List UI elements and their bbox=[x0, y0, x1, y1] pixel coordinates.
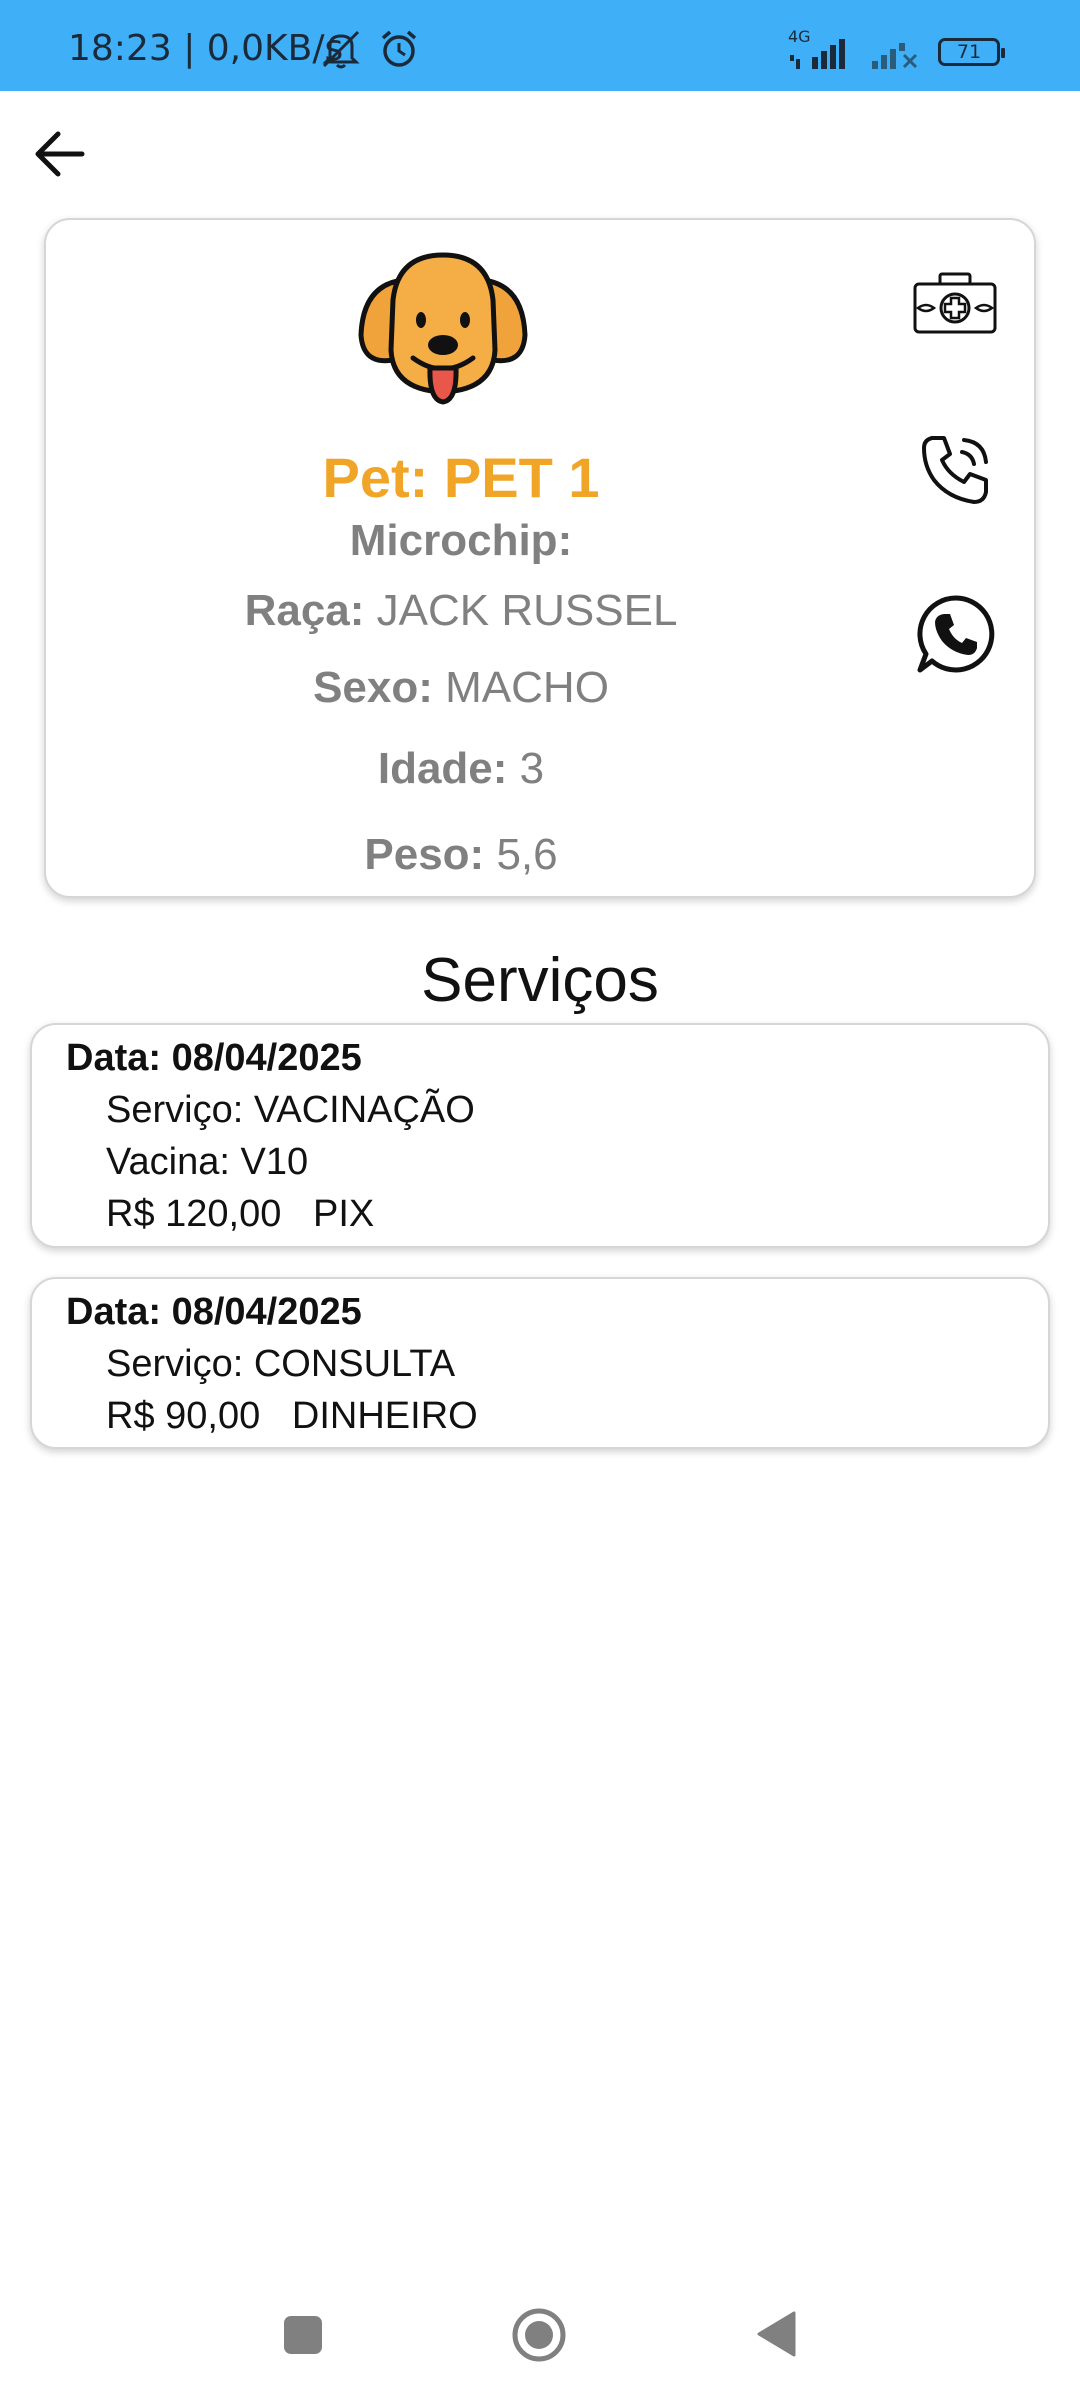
service-payment: R$ 90,00 DINHEIRO bbox=[106, 1395, 478, 1437]
bell-off-icon bbox=[322, 30, 360, 69]
service-card[interactable]: Data: 08/04/2025 Serviço: VACINAÇÃO Vaci… bbox=[30, 1023, 1050, 1248]
weight-label: Peso: bbox=[364, 830, 485, 879]
phone-icon bbox=[922, 436, 988, 504]
whatsapp-button[interactable] bbox=[916, 594, 996, 674]
whatsapp-icon bbox=[917, 595, 995, 673]
microchip-label: Microchip: bbox=[349, 516, 573, 565]
system-back-button[interactable] bbox=[756, 2310, 796, 2358]
arrow-left-icon bbox=[35, 131, 85, 177]
back-button[interactable] bbox=[30, 124, 90, 184]
battery-level: 71 bbox=[956, 41, 982, 63]
medical-records-button[interactable] bbox=[912, 272, 998, 336]
service-date: Data: 08/04/2025 bbox=[66, 1037, 362, 1079]
age-label: Idade: bbox=[377, 744, 508, 793]
service-payment: R$ 120,00 PIX bbox=[106, 1193, 375, 1235]
medical-kit-icon bbox=[913, 272, 997, 334]
signal-no-service-icon bbox=[872, 43, 918, 69]
microchip-line: Microchip: bbox=[46, 516, 876, 566]
pet-card: Pet: PET 1 Microchip: Raça: JACK RUSSEL … bbox=[44, 218, 1036, 898]
status-icons-right: 4G 71 bbox=[788, 27, 1005, 72]
age-line: Idade: 3 bbox=[46, 744, 876, 794]
home-button[interactable] bbox=[511, 2307, 567, 2363]
sex-label: Sexo: bbox=[313, 663, 433, 712]
signal-icon bbox=[790, 39, 845, 69]
triangle-back-icon bbox=[757, 2311, 796, 2357]
service-type: Serviço: VACINAÇÃO bbox=[106, 1089, 475, 1131]
weight-value: 5,6 bbox=[496, 830, 558, 879]
status-icons-left bbox=[318, 28, 420, 69]
breed-line: Raça: JACK RUSSEL bbox=[46, 586, 876, 636]
status-bar: 18:23 | 0,0KB/s 4G 71 bbox=[0, 0, 1080, 91]
service-vaccine: Vacina: V10 bbox=[106, 1141, 309, 1183]
alarm-icon bbox=[381, 30, 417, 67]
dog-avatar-icon bbox=[358, 252, 528, 405]
battery-icon: 71 bbox=[938, 38, 1005, 66]
service-type: Serviço: CONSULTA bbox=[106, 1343, 456, 1385]
call-button[interactable] bbox=[918, 432, 994, 508]
status-time: 18:23 | 0,0KB/s bbox=[68, 28, 344, 69]
services-title: Serviços bbox=[421, 946, 659, 1015]
breed-value: JACK RUSSEL bbox=[376, 586, 678, 635]
pet-name: Pet: PET 1 bbox=[322, 446, 600, 509]
sex-value: MACHO bbox=[445, 663, 609, 712]
breed-label: Raça: bbox=[244, 586, 365, 635]
sex-line: Sexo: MACHO bbox=[46, 663, 876, 713]
age-value: 3 bbox=[519, 744, 545, 793]
signal-4g: 4G bbox=[788, 27, 854, 71]
home-circle-icon bbox=[512, 2308, 566, 2362]
weight-line: Peso: 5,6 bbox=[46, 830, 876, 880]
recent-apps-button[interactable] bbox=[284, 2316, 322, 2354]
service-date: Data: 08/04/2025 bbox=[66, 1291, 362, 1333]
service-card[interactable]: Data: 08/04/2025 Serviço: CONSULTA R$ 90… bbox=[30, 1277, 1050, 1449]
